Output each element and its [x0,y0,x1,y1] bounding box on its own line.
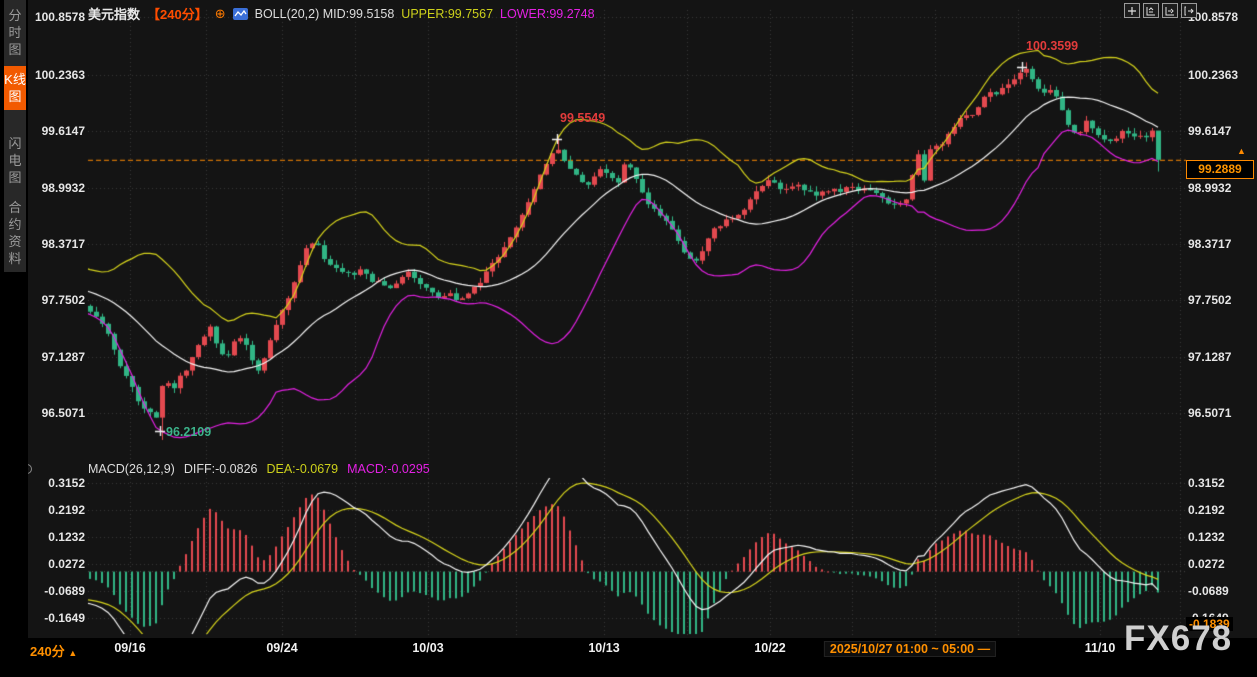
macd-axis-label-right: -0.0689 [1188,584,1229,598]
sidebar-tab-flash-chart[interactable]: 闪电图 [4,130,26,191]
macd-axis-label-left: -0.0689 [44,584,85,598]
boll-lower-value: LOWER:99.2748 [500,6,595,21]
symbol-name: 美元指数 [88,7,141,22]
pan-tool-icon[interactable] [1124,3,1140,18]
axis-shift-icon[interactable] [1162,3,1178,18]
price-axis-label-left: 100.8578 [34,10,85,24]
exit-fullscreen-icon[interactable] [1181,3,1197,18]
price-axis-label-left: 98.3717 [41,237,85,251]
price-axis-label-left: 97.7502 [41,293,85,307]
macd-min-label: -0.1839 [1186,617,1233,631]
sidebar: 分时图 K线图 闪电图 合约资料 [0,0,28,677]
macd-axis-label-right: 0.0272 [1188,557,1225,571]
x-axis-date-label: 10/22 [754,641,786,655]
chart-toolbar-icons [1124,3,1197,18]
macd-axis-label-left: 0.1232 [48,530,85,544]
x-axis-date-label: 09/24 [266,641,298,655]
price-axis-label-left: 100.2363 [34,68,85,82]
price-axis-label-right: 97.1287 [1188,350,1232,364]
price-axis-label-right: 96.5071 [1188,406,1232,420]
x-axis-date-label: 10/13 [588,641,620,655]
price-axis-label-left: 97.1287 [41,350,85,364]
chart-header: 美元指数 【240分】 ⊕ BOLL(20,2) MID:99.5158 UPP… [88,4,595,23]
boll-upper-value: UPPER:99.7567 [401,6,494,21]
bottom-strip: 240分 ▲ 09/16 09/24 10/03 10/13 10/22 2025/10/… [0,638,1257,677]
chart-type-icon[interactable] [232,7,248,20]
macd-dea-value: DEA:-0.0679 [266,462,339,476]
sidebar-tab-kline-chart[interactable]: K线图 [4,66,26,110]
price-marker-icon: ▲ [1237,146,1246,156]
price-axis-label-left: 99.6147 [41,124,85,138]
price-axis-label-right: 98.3717 [1188,237,1232,251]
macd-axis-label-right: 0.2192 [1188,503,1225,517]
macd-axis-label-left: 0.0272 [48,557,85,571]
triangle-up-icon: ▲ [68,648,78,658]
macd-axis-label-left: -0.1649 [44,611,85,625]
macd-axis-label-left: 0.3152 [48,476,85,490]
peak-price-annotation: 100.3599 [1026,39,1079,53]
macd-header: MACD(26,12,9) DIFF:-0.0826 DEA:-0.0679 M… [88,462,430,476]
macd-title: MACD(26,12,9) [88,462,175,476]
low-price-annotation: 96.2109 [166,425,212,439]
sidebar-tab-contract-info[interactable]: 合约资料 [4,194,26,272]
x-axis-date-label: 11/10 [1084,641,1116,655]
macd-axis-label-right: 0.1232 [1188,530,1225,544]
price-axis-label-left: 98.9932 [41,181,85,195]
macd-diff-value: DIFF:-0.0826 [183,462,258,476]
sidebar-tab-time-chart[interactable]: 分时图 [4,2,26,63]
x-axis-date-label: 09/16 [114,641,146,655]
compare-add-icon[interactable]: ⊕ [215,6,226,22]
price-axis-label-right: 98.9932 [1188,181,1232,195]
timeframe-selector[interactable]: 240分 ▲ [30,641,77,660]
peak-price-annotation: 99.5549 [560,111,606,125]
macd-hist-value: MACD:-0.0295 [347,462,430,476]
current-price-tag: 99.2889 [1186,160,1254,179]
boll-mid-value: BOLL(20,2) MID:99.5158 [254,6,395,21]
price-axis-label-right: 97.7502 [1188,293,1232,307]
axis-scale-icon[interactable] [1143,3,1159,18]
price-axis-label-right: 100.2363 [1188,68,1239,82]
x-axis-selected-datetime: 2025/10/27 01:00 ~ 05:00 — [823,641,997,657]
price-axis-label-left: 96.5071 [41,406,85,420]
price-axis-label-right: 99.6147 [1188,124,1232,138]
chart-canvas[interactable] [0,0,1257,677]
period-label: 【240分】 [147,7,208,22]
timeframe-label: 240分 [30,644,65,659]
macd-axis-label-left: 0.2192 [48,503,85,517]
trading-app-window: 分时图 K线图 闪电图 合约资料 美元指数 【240分】 ⊕ BOLL(20,2… [0,0,1257,677]
price-axis-label-right: 100.8578 [1188,10,1239,24]
macd-axis-label-right: 0.3152 [1188,476,1225,490]
x-axis-date-label: 10/03 [412,641,444,655]
